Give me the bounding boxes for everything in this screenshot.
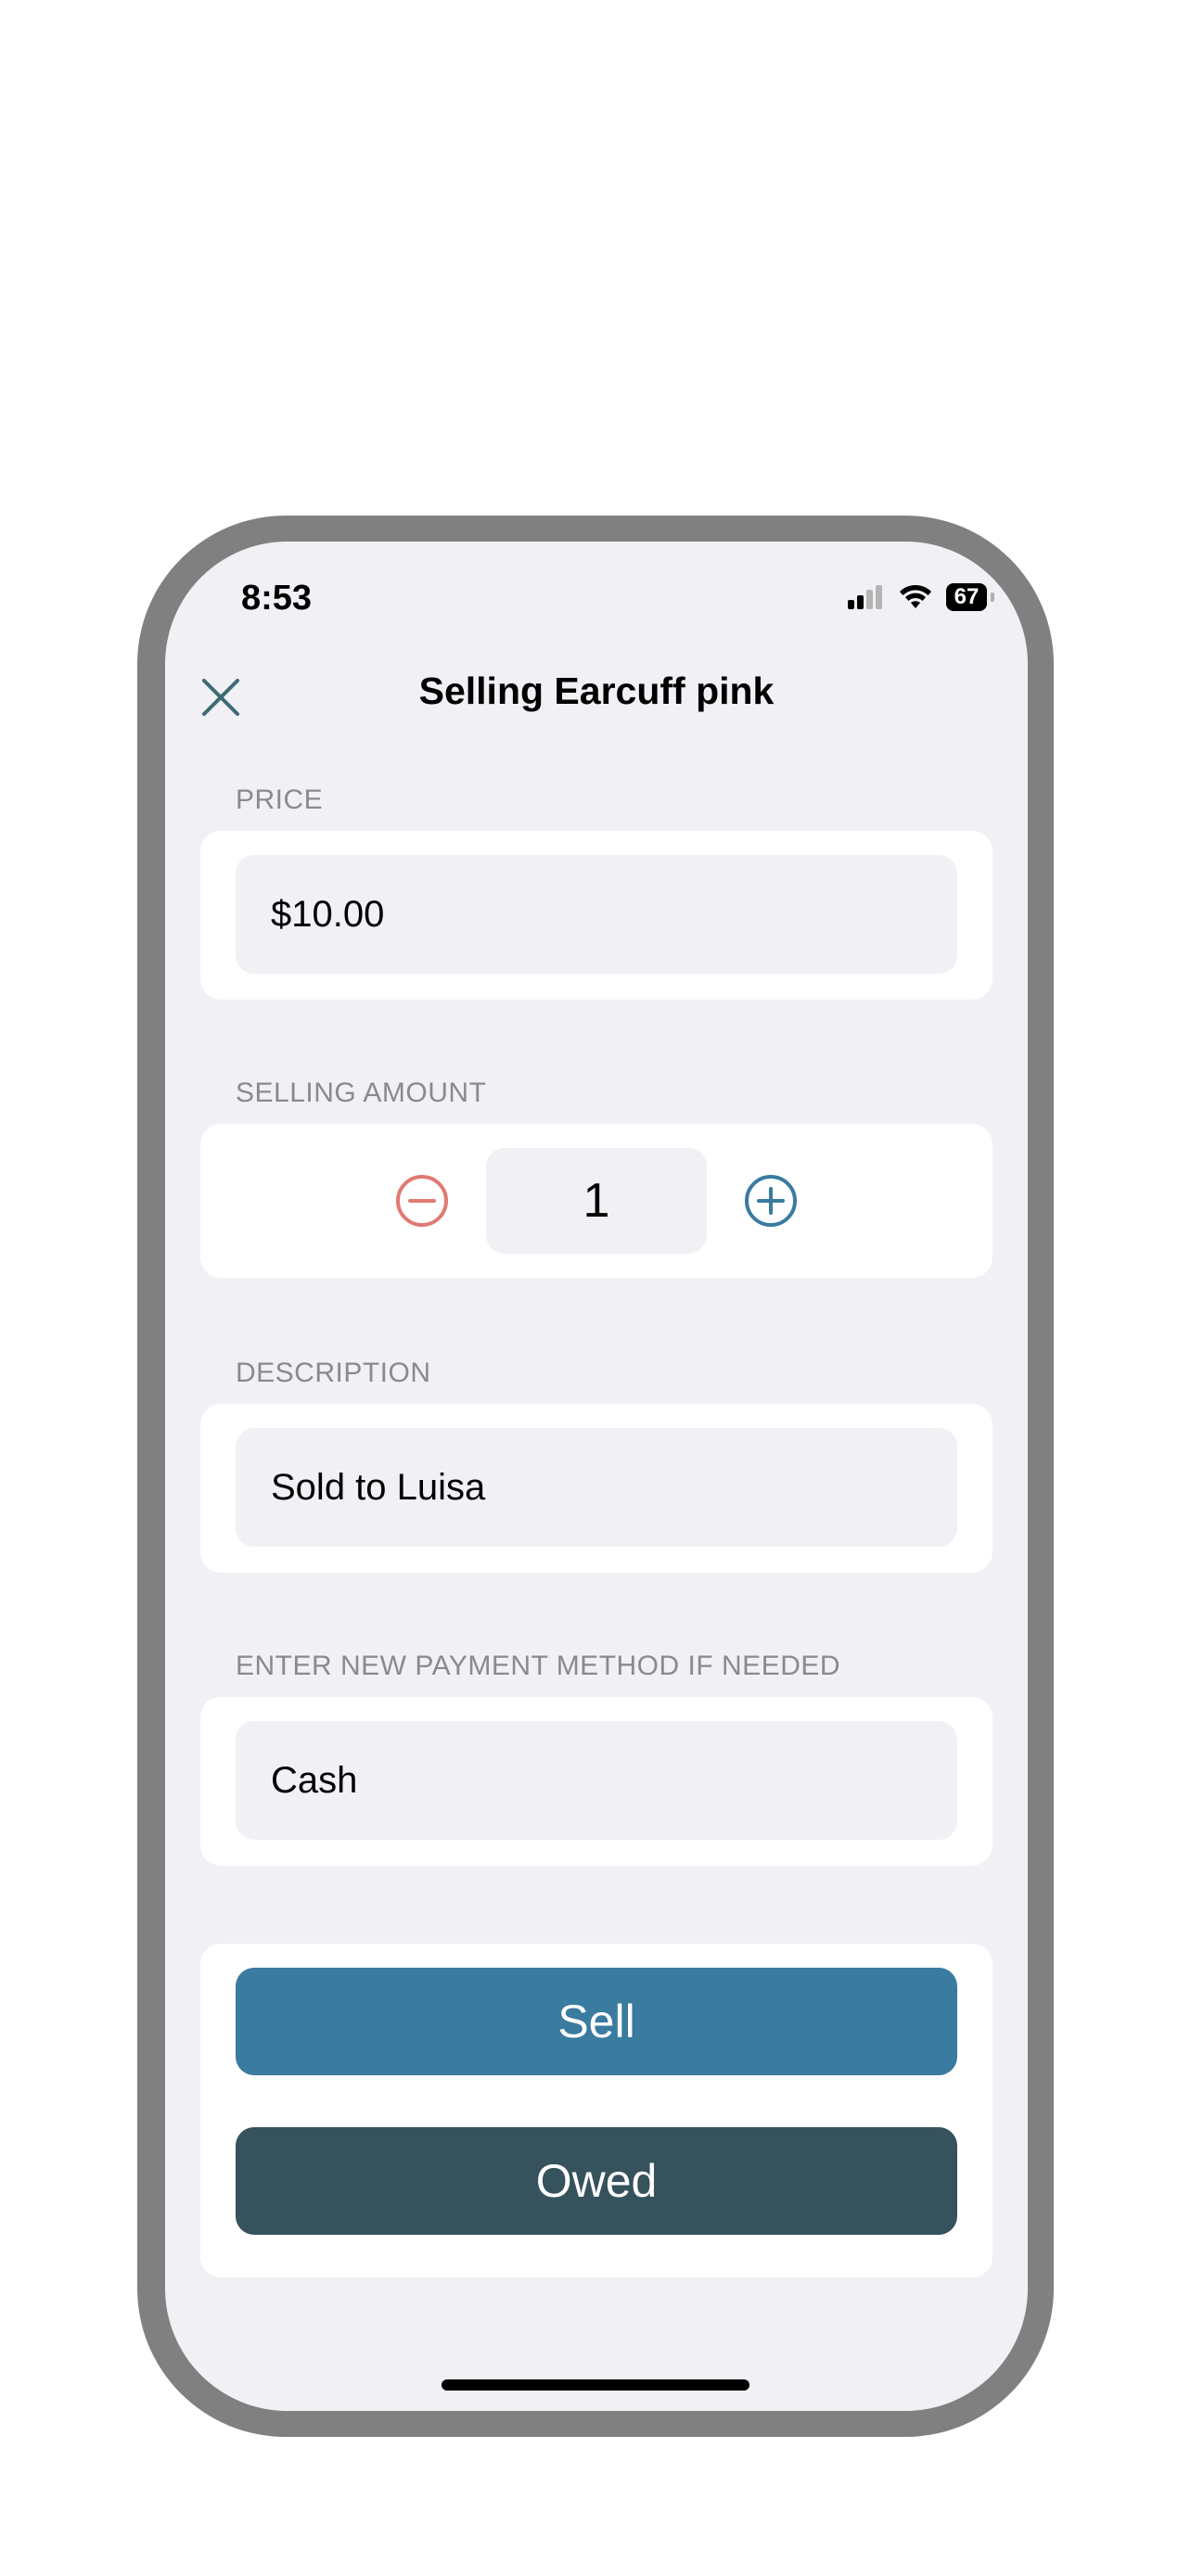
status-time: 8:53 <box>241 579 313 618</box>
status-icons: 67 <box>848 579 994 616</box>
payment-method-field[interactable]: Cash <box>236 1721 957 1840</box>
payment-method-label: ENTER NEW PAYMENT METHOD IF NEEDED <box>236 1651 841 1681</box>
quantity-value[interactable]: 1 <box>486 1148 707 1254</box>
decrement-button[interactable] <box>395 1174 449 1228</box>
page-title: Selling Earcuff pink <box>418 670 775 712</box>
description-label: DESCRIPTION <box>236 1358 431 1388</box>
app-screen: 8:53 67 Selling Earcuff pink PRICE $10.0… <box>165 542 1028 2411</box>
owed-button[interactable]: Owed <box>236 2127 957 2235</box>
description-card: Sold to Luisa <box>200 1404 992 1573</box>
battery-icon: 67 <box>946 583 994 611</box>
sell-button[interactable]: Sell <box>236 1968 957 2075</box>
home-indicator <box>442 2379 749 2391</box>
payment-method-card: Cash <box>200 1697 992 1866</box>
selling-amount-label: SELLING AMOUNT <box>236 1078 487 1108</box>
plus-circle-icon <box>745 1175 797 1227</box>
price-label: PRICE <box>236 784 324 815</box>
actions-card: Sell Owed <box>200 1944 992 2277</box>
minus-circle-icon <box>396 1175 448 1227</box>
selling-amount-card: 1 <box>200 1124 992 1278</box>
price-card: $10.00 <box>200 831 992 1000</box>
wifi-icon <box>900 584 931 608</box>
price-field[interactable]: $10.00 <box>236 855 957 974</box>
cellular-signal-icon <box>848 585 882 609</box>
increment-button[interactable] <box>744 1174 798 1228</box>
description-field[interactable]: Sold to Luisa <box>236 1428 957 1547</box>
